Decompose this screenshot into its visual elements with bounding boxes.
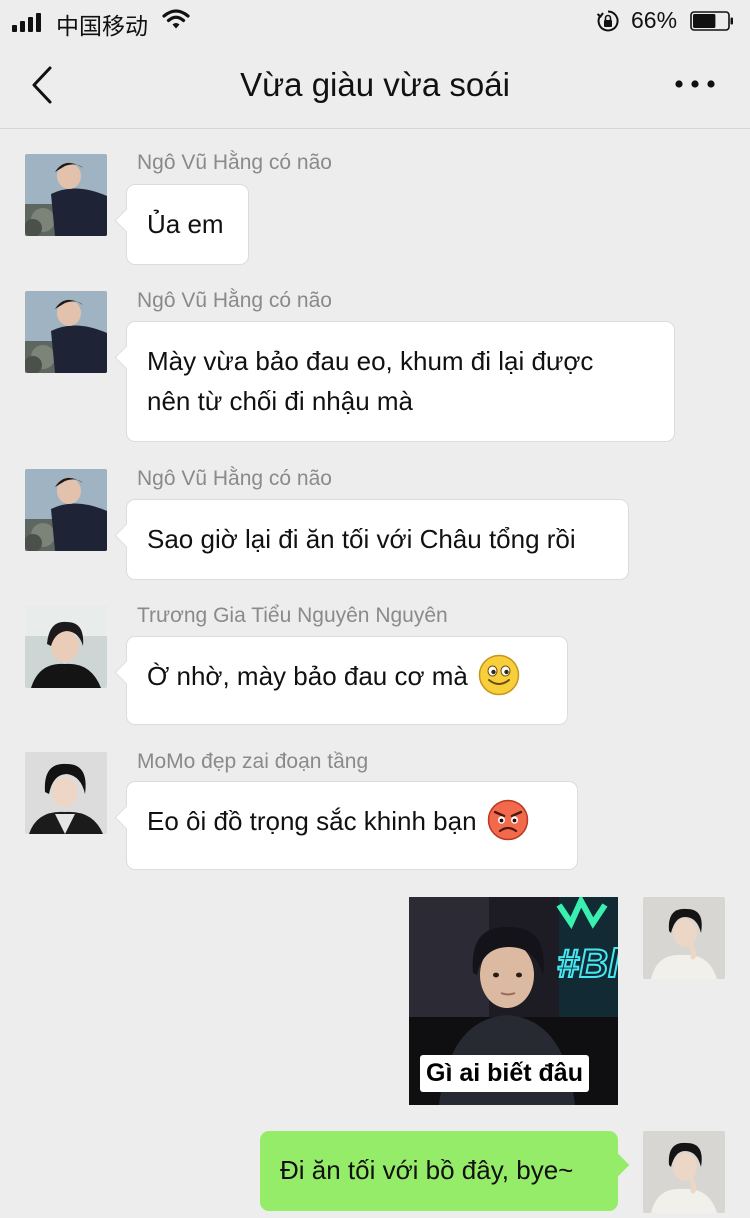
sender-name: Ngô Vũ Hằng có não [137, 151, 332, 174]
avatar[interactable] [25, 469, 107, 551]
smiling-face-emoji-icon [478, 654, 520, 696]
message-text: Sao giờ lại đi ăn tối với Châu tổng rồi [147, 524, 576, 554]
sender-name: Ngô Vũ Hằng có não [137, 289, 332, 312]
my-message-bubble[interactable]: Đi ăn tối với bồ đây, bye~ [260, 1131, 618, 1211]
avatar[interactable] [25, 154, 107, 236]
avatar-photo [25, 606, 107, 688]
my-avatar[interactable] [643, 1131, 725, 1213]
avatar-photo [643, 1131, 725, 1213]
angry-face-emoji-icon [487, 799, 528, 841]
sticker-image[interactable]: #Bl Gì ai biết đâu [409, 897, 618, 1105]
battery-icon [690, 11, 733, 31]
message-text-line: Mày vừa bảo đau eo, khum đi lại được [147, 346, 594, 376]
message-text: Ờ nhờ, mày bảo đau cơ mà [147, 661, 468, 691]
message-text: Ủa em [147, 209, 224, 239]
rotation-lock-icon [596, 10, 619, 32]
chat-header: Vừa giàu vừa soái [0, 44, 750, 129]
sender-name: MoMo đẹp zai đoạn tầng [137, 750, 369, 773]
message-bubble[interactable]: Eo ôi đồ trọng sắc khinh bạn [126, 781, 578, 870]
avatar-photo [25, 154, 107, 236]
wifi-icon [162, 9, 190, 29]
message-bubble[interactable]: Sao giờ lại đi ăn tối với Châu tổng rồi [126, 499, 629, 580]
carrier-name: 中国移动 [56, 13, 148, 39]
message-bubble[interactable]: Mày vừa bảo đau eo, khum đi lại được nên… [126, 321, 675, 442]
message-bubble[interactable]: Ủa em [126, 184, 249, 265]
sender-name: Trương Gia Tiểu Nguyên Nguyên [137, 604, 448, 627]
more-options-button[interactable] [672, 72, 718, 96]
sticker-caption: Gì ai biết đâu [420, 1055, 589, 1092]
message-text: Đi ăn tối với bồ đây, bye~ [280, 1155, 574, 1185]
message-text: Eo ôi đồ trọng sắc khinh bạn [147, 806, 477, 836]
avatar-photo [643, 897, 725, 979]
svg-text:#Bl: #Bl [557, 942, 618, 986]
avatar[interactable] [25, 606, 107, 688]
avatar[interactable] [25, 291, 107, 373]
signal-strength-icon [12, 10, 48, 32]
avatar-photo [25, 752, 107, 834]
status-bar: 中国移动 66% [0, 0, 750, 44]
battery-percent: 66% [631, 7, 678, 33]
avatar-photo [25, 291, 107, 373]
message-bubble[interactable]: Ờ nhờ, mày bảo đau cơ mà [126, 636, 568, 725]
chat-title: Vừa giàu vừa soái [240, 66, 510, 103]
sender-name: Ngô Vũ Hằng có não [137, 467, 332, 490]
avatar[interactable] [25, 752, 107, 834]
my-avatar[interactable] [643, 897, 725, 979]
avatar-photo [25, 469, 107, 551]
message-text-line: nên từ chối đi nhậu mà [147, 386, 414, 416]
